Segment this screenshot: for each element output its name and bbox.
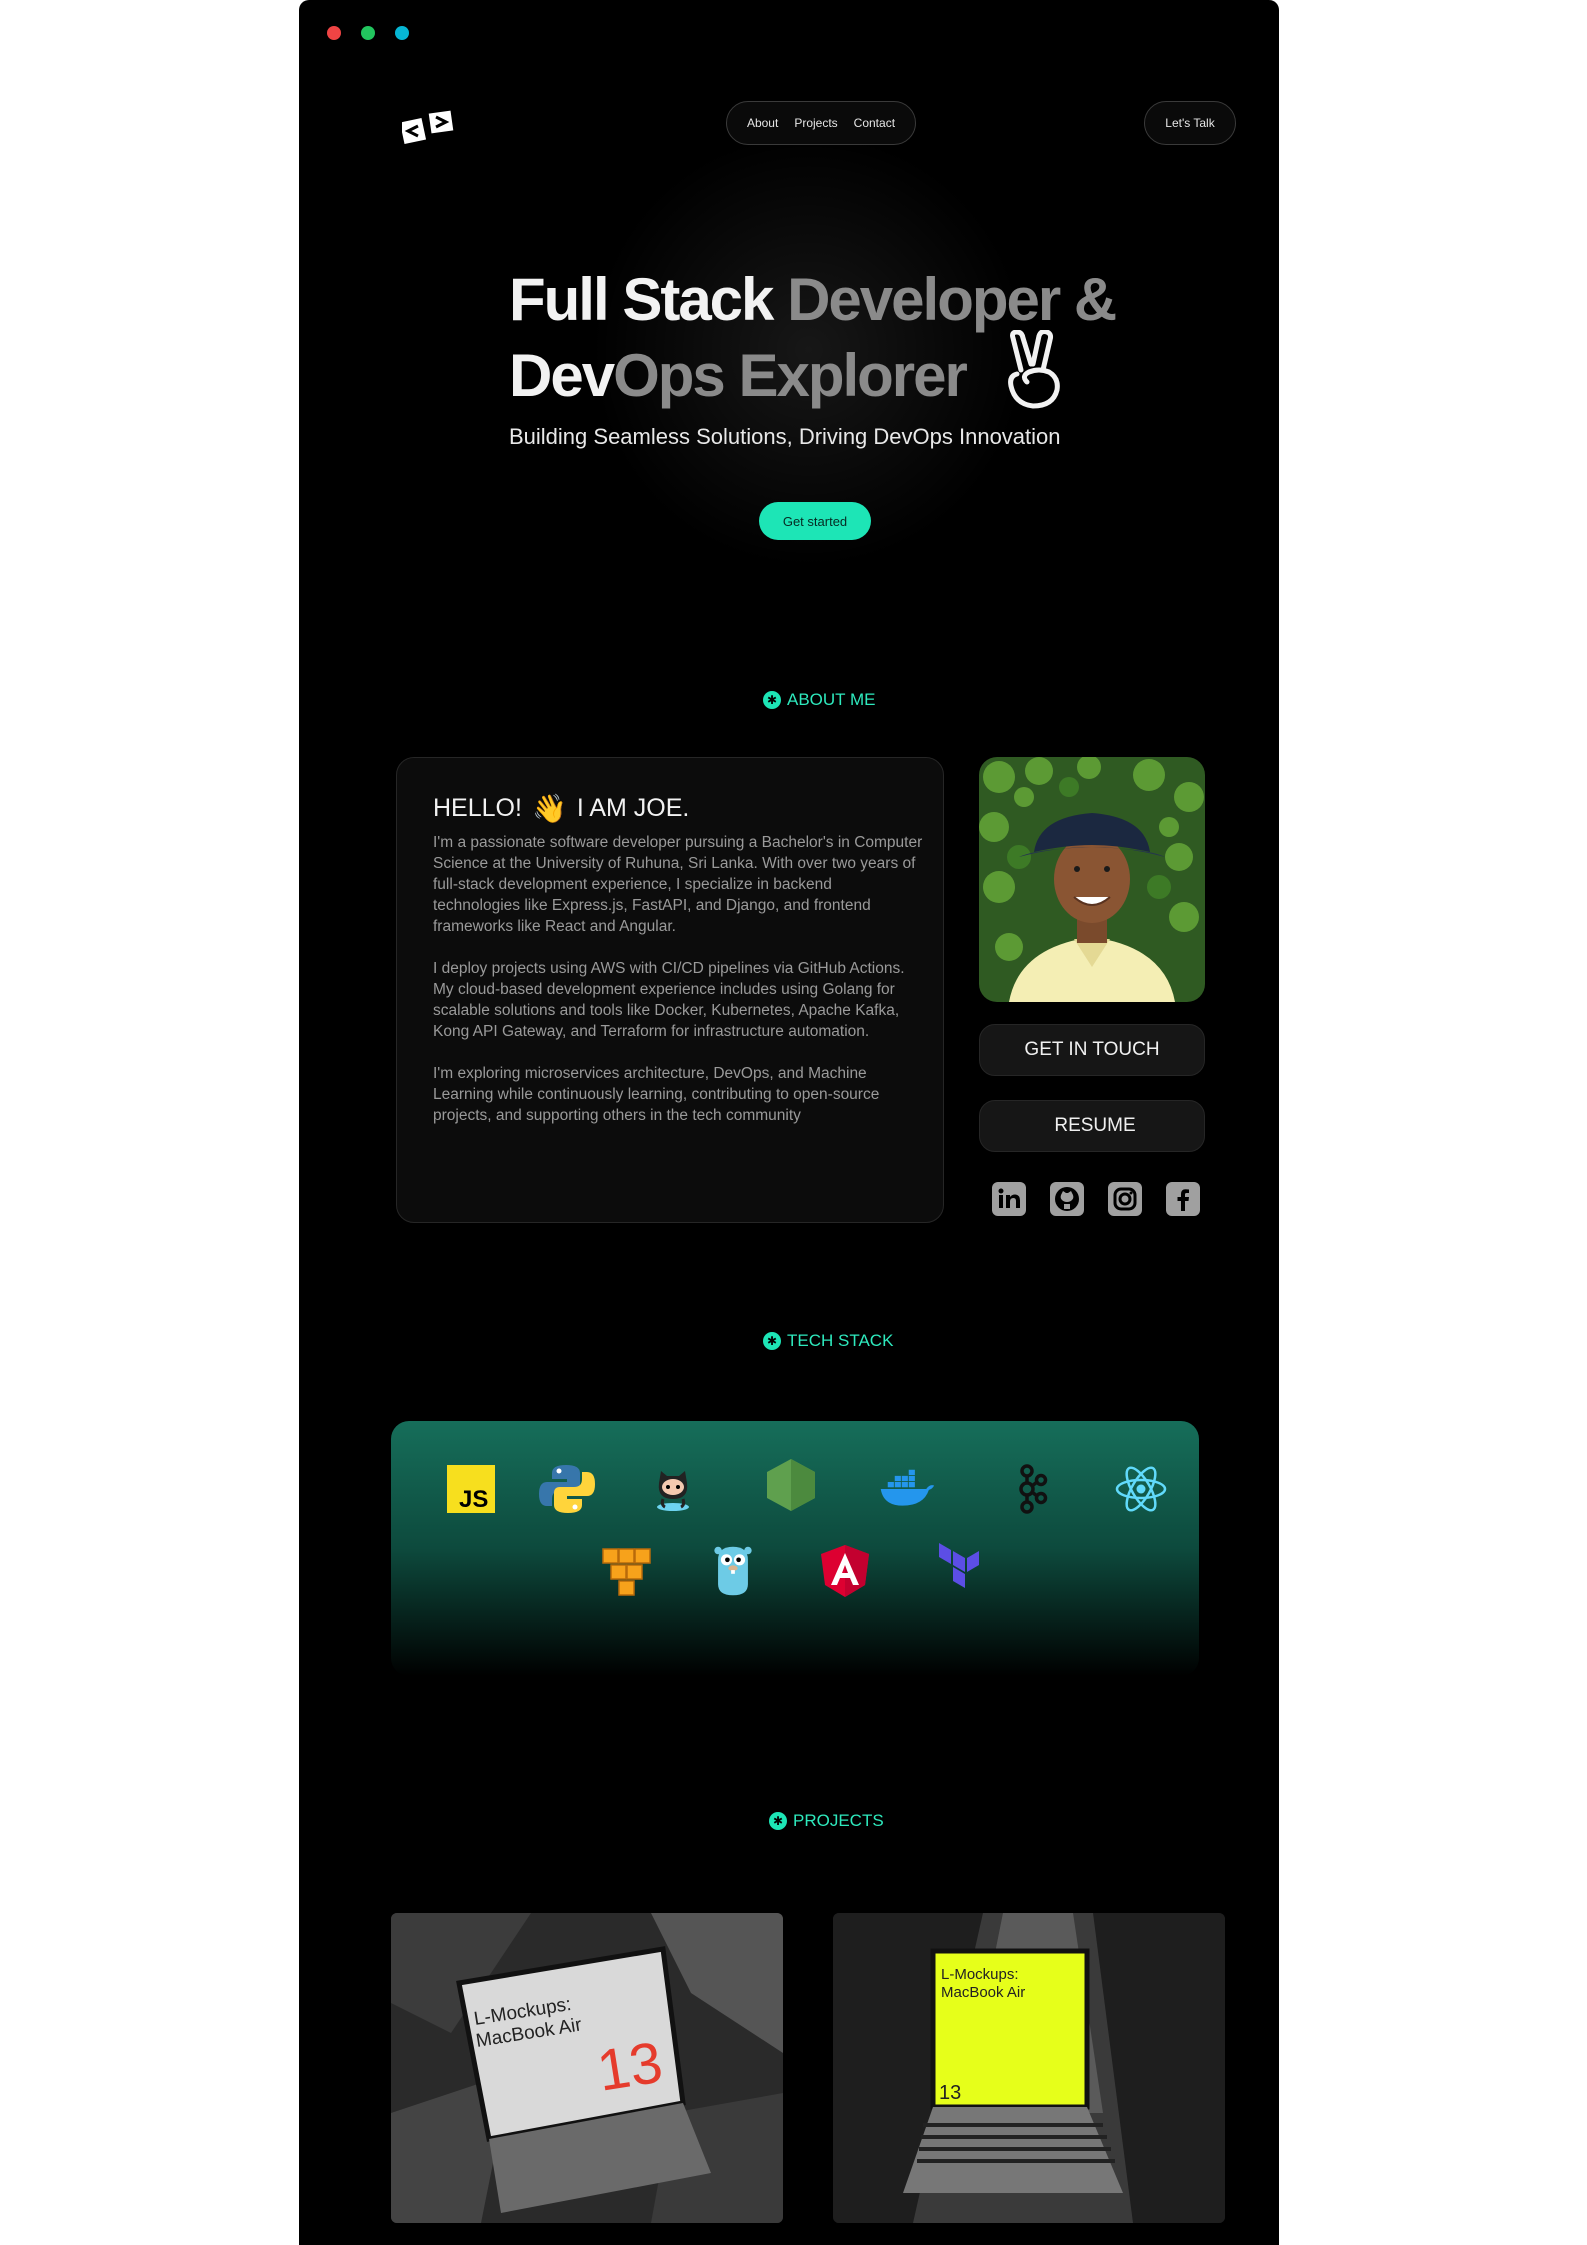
- svg-text:13: 13: [939, 2082, 961, 2104]
- about-section-label: ✱ ABOUT ME: [763, 690, 875, 710]
- golang-gopher-icon: [714, 1546, 752, 1596]
- javascript-icon: JS: [447, 1465, 495, 1513]
- hero-word: Full: [509, 266, 610, 333]
- greeting: HELLO! 👋 I AM JOE.: [433, 792, 689, 825]
- get-started-button[interactable]: Get started: [759, 502, 871, 540]
- asterisk-icon: ✱: [763, 1332, 781, 1350]
- docker-icon: [880, 1469, 935, 1506]
- waving-hand-icon: 👋: [531, 793, 567, 824]
- about-card: HELLO! 👋 I AM JOE. I'm a passionate soft…: [396, 757, 944, 1223]
- svg-text:JS: JS: [459, 1486, 488, 1513]
- hero-word: Developer: [787, 266, 1061, 333]
- greeting-text: HELLO!: [433, 794, 522, 822]
- projects-section-label: ✱ PROJECTS: [769, 1811, 884, 1831]
- window-controls: [327, 26, 409, 40]
- about-description: I'm a passionate software developer purs…: [433, 832, 923, 1147]
- nav-contact[interactable]: Contact: [854, 116, 895, 130]
- maximize-dot[interactable]: [395, 26, 409, 40]
- linkedin-icon[interactable]: [992, 1182, 1026, 1216]
- asterisk-icon: ✱: [763, 691, 781, 709]
- svg-text:MacBook Air: MacBook Air: [941, 1984, 1025, 2001]
- tech-stack-panel: JS: [391, 1421, 1199, 1676]
- hero-word: Stack: [622, 266, 774, 333]
- get-in-touch-button[interactable]: GET IN TOUCH: [979, 1024, 1205, 1076]
- project-card[interactable]: L-Mockups: MacBook Air 13: [391, 1913, 783, 2223]
- about-paragraph: I'm exploring microservices architecture…: [433, 1065, 880, 1124]
- facebook-icon[interactable]: [1166, 1182, 1200, 1216]
- about-paragraph: I'm a passionate software developer purs…: [433, 834, 923, 935]
- python-icon: [539, 1465, 595, 1513]
- project-thumbnail: L-Mockups: MacBook Air 13: [833, 1913, 1225, 2223]
- instagram-icon[interactable]: [1108, 1182, 1142, 1216]
- browser-window: About Projects Contact Let's Talk Full S…: [299, 0, 1279, 2245]
- hero-title: Full Stack Developer & DevOps Explorer: [509, 262, 1209, 414]
- project-card[interactable]: L-Mockups: MacBook Air 13: [833, 1913, 1225, 2223]
- social-links: [992, 1182, 1200, 1216]
- nav-about[interactable]: About: [747, 116, 778, 130]
- close-dot[interactable]: [327, 26, 341, 40]
- section-title: PROJECTS: [793, 1811, 884, 1830]
- terraform-icon: [939, 1543, 979, 1588]
- code-logo-icon[interactable]: [402, 110, 456, 146]
- github-octocat-icon: [657, 1471, 689, 1511]
- hero-word: &: [1073, 266, 1117, 333]
- hero-word: Dev: [509, 342, 615, 409]
- section-title: ABOUT ME: [787, 690, 876, 709]
- hero-subtitle: Building Seamless Solutions, Driving Dev…: [509, 424, 1061, 449]
- tech-section-label: ✱ TECH STACK: [763, 1331, 893, 1351]
- resume-button[interactable]: RESUME: [979, 1100, 1205, 1152]
- section-title: TECH STACK: [787, 1331, 894, 1350]
- lets-talk-button[interactable]: Let's Talk: [1144, 101, 1236, 145]
- aws-icon: [602, 1548, 651, 1596]
- hero-word: Ops Explorer: [613, 342, 968, 409]
- asterisk-icon: ✱: [769, 1812, 787, 1830]
- kafka-icon: [1019, 1464, 1048, 1514]
- nav-projects[interactable]: Projects: [794, 116, 837, 130]
- svg-text:L-Mockups:: L-Mockups:: [941, 1966, 1019, 1983]
- nodejs-icon: [767, 1459, 815, 1511]
- about-paragraph: I deploy projects using AWS with CI/CD p…: [433, 960, 905, 1040]
- peace-hand-icon: [1008, 330, 1060, 409]
- project-thumbnail: L-Mockups: MacBook Air 13: [391, 1913, 783, 2223]
- minimize-dot[interactable]: [361, 26, 375, 40]
- angular-icon: [821, 1545, 869, 1597]
- github-icon[interactable]: [1050, 1182, 1084, 1216]
- svg-text:13: 13: [593, 2030, 667, 2104]
- react-icon: [1115, 1466, 1167, 1512]
- top-nav: About Projects Contact: [726, 101, 916, 145]
- profile-photo: [979, 757, 1205, 1002]
- greeting-name: I AM JOE.: [576, 794, 690, 822]
